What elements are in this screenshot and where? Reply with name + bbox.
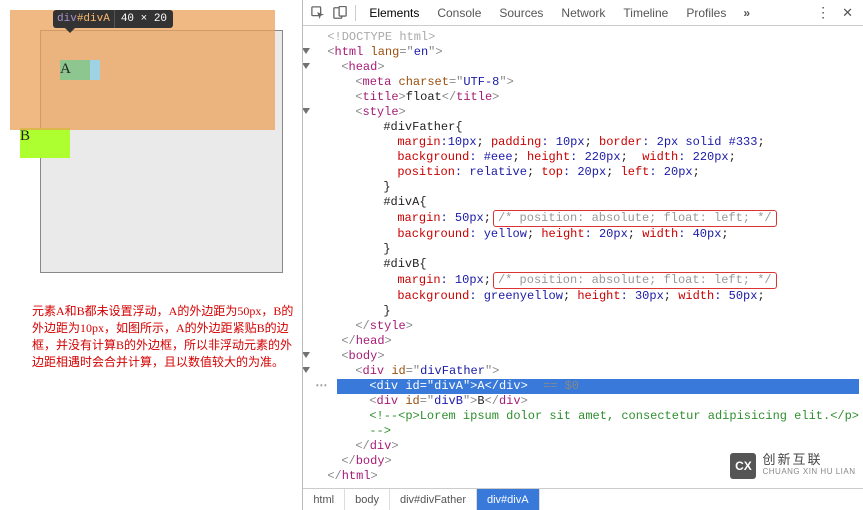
tab-console[interactable]: Console <box>428 0 490 26</box>
divA-label: A <box>60 60 90 80</box>
element-tooltip: div #divA 40 × 20 <box>53 10 173 28</box>
devtools-panel: Elements Console Sources Network Timelin… <box>302 0 863 510</box>
inspect-icon[interactable] <box>307 2 329 24</box>
crumb-html[interactable]: html <box>303 489 345 510</box>
close-devtools-icon[interactable]: ✕ <box>836 5 859 21</box>
tabs-overflow-icon[interactable]: » <box>735 6 759 20</box>
settings-menu-icon[interactable]: ⋮ <box>810 4 836 21</box>
crumb-divfather[interactable]: div#divFather <box>390 489 477 510</box>
breadcrumb: html body div#divFather div#divA <box>303 488 863 510</box>
dom-tree[interactable]: <!DOCTYPE html> <html lang="en"> <head> … <box>303 26 863 488</box>
commented-css-annotation: /* position: absolute; float: left; */ <box>493 272 777 289</box>
explanation-text: 元素A和B都未设置浮动，A的外边距为50px，B的外边距为10px，如图所示，A… <box>32 303 302 371</box>
tooltip-dimensions: 40 × 20 <box>114 10 173 28</box>
devtools-toolbar: Elements Console Sources Network Timelin… <box>303 0 863 26</box>
margin-overlay <box>10 10 275 130</box>
crumb-body[interactable]: body <box>345 489 390 510</box>
watermark-en: CHUANG XIN HU LIAN <box>762 466 855 478</box>
tab-profiles[interactable]: Profiles <box>677 0 735 26</box>
css-rule: #divA{ <box>313 195 859 210</box>
divB-label: B <box>20 128 30 144</box>
crumb-diva[interactable]: div#divA <box>477 489 540 510</box>
twisty-icon[interactable] <box>303 108 310 114</box>
watermark: CX 创新互联 CHUANG XIN HU LIAN <box>723 446 863 486</box>
twisty-icon[interactable] <box>303 352 310 358</box>
tab-elements[interactable]: Elements <box>360 0 428 26</box>
html-comment: <!--<p>Lorem ipsum dolor sit amet, conse… <box>369 409 859 438</box>
tooltip-id: #divA <box>77 10 110 28</box>
twisty-icon[interactable] <box>303 367 310 373</box>
css-rule: #divFather{ <box>313 120 859 135</box>
toolbar-separator <box>355 5 356 21</box>
tooltip-tagname: div <box>57 10 77 28</box>
doctype: <!DOCTYPE html> <box>327 30 435 44</box>
page-preview-pane: div #divA 40 × 20 A B 元素A和B都未设置浮动，A的外边距为… <box>0 0 302 510</box>
tab-timeline[interactable]: Timeline <box>614 0 677 26</box>
twisty-icon[interactable] <box>303 48 310 54</box>
css-rule: #divB{ <box>313 257 859 272</box>
divA-preview: A <box>60 60 100 80</box>
selected-dom-node[interactable]: ⋯ <div id="divA">A</div> == $0 <box>313 379 859 394</box>
commented-css-annotation: /* position: absolute; float: left; */ <box>493 210 777 227</box>
device-toggle-icon[interactable] <box>329 2 351 24</box>
divB-preview: B <box>20 128 70 158</box>
gutter-ellipsis-icon: ⋯ <box>313 379 337 394</box>
twisty-icon[interactable] <box>303 63 310 69</box>
watermark-logo: CX <box>730 453 756 479</box>
watermark-zh: 创新互联 <box>762 454 855 466</box>
eq-dollar-zero: == $0 <box>528 379 579 393</box>
tab-network[interactable]: Network <box>552 0 614 26</box>
tab-sources[interactable]: Sources <box>490 0 552 26</box>
